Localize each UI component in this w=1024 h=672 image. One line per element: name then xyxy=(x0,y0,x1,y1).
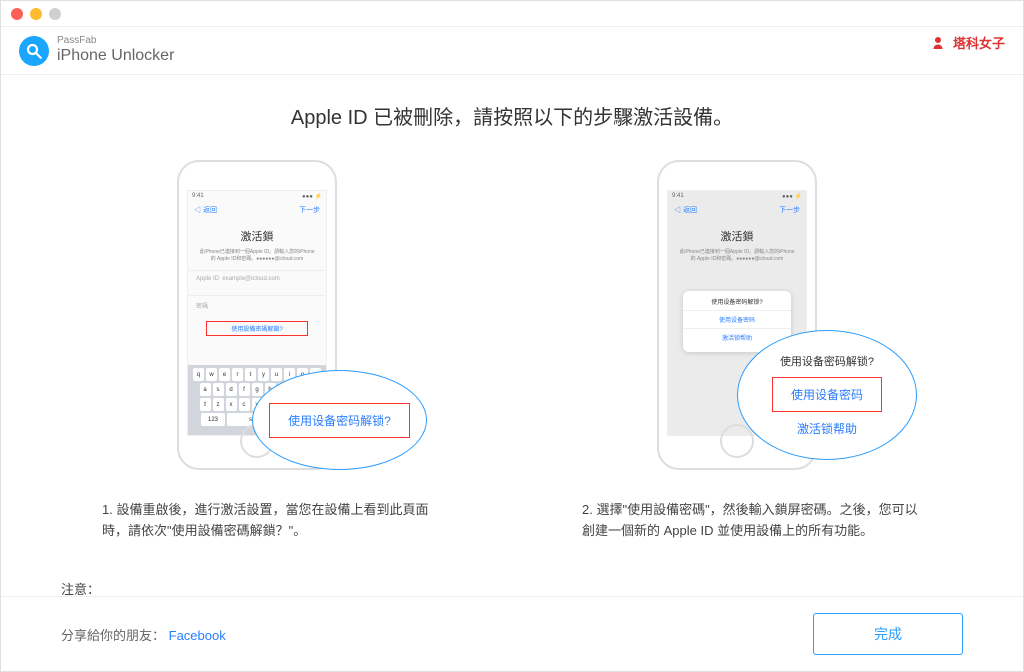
app-logo-icon xyxy=(19,36,49,66)
phone-illustration-2: 9:41●●● ⚡ ◁ 返回下一步 激活鎖 此iPhone已連接到一個Apple… xyxy=(657,160,847,480)
key-icon: e xyxy=(219,368,230,381)
callout-bubble-2: 使用设备密码解锁? 使用设备密码 激活锁帮助 xyxy=(737,330,917,460)
key-icon: c xyxy=(239,398,250,411)
share-section: 分享給你的朋友： Facebook xyxy=(61,625,226,644)
key-icon: z xyxy=(213,398,224,411)
step-2: 9:41●●● ⚡ ◁ 返回下一步 激活鎖 此iPhone已連接到一個Apple… xyxy=(572,160,932,542)
notes-label: 注意： xyxy=(61,578,963,596)
share-facebook-link[interactable]: Facebook xyxy=(169,628,226,643)
step-1-text: 1. 設備重啟後，進行激活設置，當您在設備上看到此頁面時，請依次"使用設備密碼解… xyxy=(92,500,452,542)
brand-sub: PassFab xyxy=(57,36,174,46)
callout-bubble-1: 使用设备密码解锁? xyxy=(252,370,427,470)
watermark-icon xyxy=(929,34,947,52)
key-icon: q xyxy=(193,368,204,381)
callout-passcode-button: 使用设备密码 xyxy=(772,377,882,412)
key-icon: s xyxy=(213,383,224,396)
key-icon: a xyxy=(200,383,211,396)
key-icon: r xyxy=(232,368,243,381)
steps-row: 9:41●●● ⚡ ◁ 返回下一步 激活鎖 此iPhone已連接到一個Apple… xyxy=(61,160,963,542)
notes: 注意： 如果沒有看到"使用設備密碼解鎖？"選項，請聯繫我們。 xyxy=(61,578,963,596)
callout-unlock-button: 使用设备密码解锁? xyxy=(269,403,410,438)
app-window: PassFab iPhone Unlocker 塔科女子 Apple ID 已被… xyxy=(0,0,1024,672)
key-icon: w xyxy=(206,368,217,381)
unlock-link-highlight: 使用設備密碼解鎖? xyxy=(206,321,308,336)
phone-illustration-1: 9:41●●● ⚡ ◁ 返回下一步 激活鎖 此iPhone已連接到一個Apple… xyxy=(177,160,367,480)
content: Apple ID 已被刪除，請按照以下的步驟激活設備。 9:41●●● ⚡ ◁ … xyxy=(1,75,1023,596)
minimize-icon[interactable] xyxy=(30,8,42,20)
step-2-text: 2. 選擇"使用設備密碼"，然後輸入鎖屏密碼。之後，您可以創建一個新的 Appl… xyxy=(572,500,932,542)
page-title: Apple ID 已被刪除，請按照以下的步驟激活設備。 xyxy=(61,101,963,130)
step-1: 9:41●●● ⚡ ◁ 返回下一步 激活鎖 此iPhone已連接到一個Apple… xyxy=(92,160,452,542)
key-icon: x xyxy=(226,398,237,411)
key-icon: u xyxy=(271,368,282,381)
titlebar xyxy=(1,1,1023,27)
key-icon: y xyxy=(258,368,269,381)
close-icon[interactable] xyxy=(11,8,23,20)
key-icon: f xyxy=(239,383,250,396)
brand-main: iPhone Unlocker xyxy=(57,46,174,65)
key-icon: g xyxy=(252,383,263,396)
traffic-lights xyxy=(11,8,61,20)
watermark: 塔科女子 xyxy=(929,33,1005,52)
key-icon: ⇧ xyxy=(200,398,211,411)
key-icon: t xyxy=(245,368,256,381)
share-label: 分享給你的朋友： xyxy=(61,628,165,643)
footer: 分享給你的朋友： Facebook 完成 xyxy=(1,596,1023,671)
key-icon: 123 xyxy=(201,413,225,426)
done-button[interactable]: 完成 xyxy=(813,613,963,655)
maximize-icon xyxy=(49,8,61,20)
brand-text: PassFab iPhone Unlocker xyxy=(57,36,174,65)
callout-help-link: 激活锁帮助 xyxy=(797,420,857,437)
header: PassFab iPhone Unlocker 塔科女子 xyxy=(1,27,1023,75)
callout-title: 使用设备密码解锁? xyxy=(780,353,874,369)
key-icon: d xyxy=(226,383,237,396)
